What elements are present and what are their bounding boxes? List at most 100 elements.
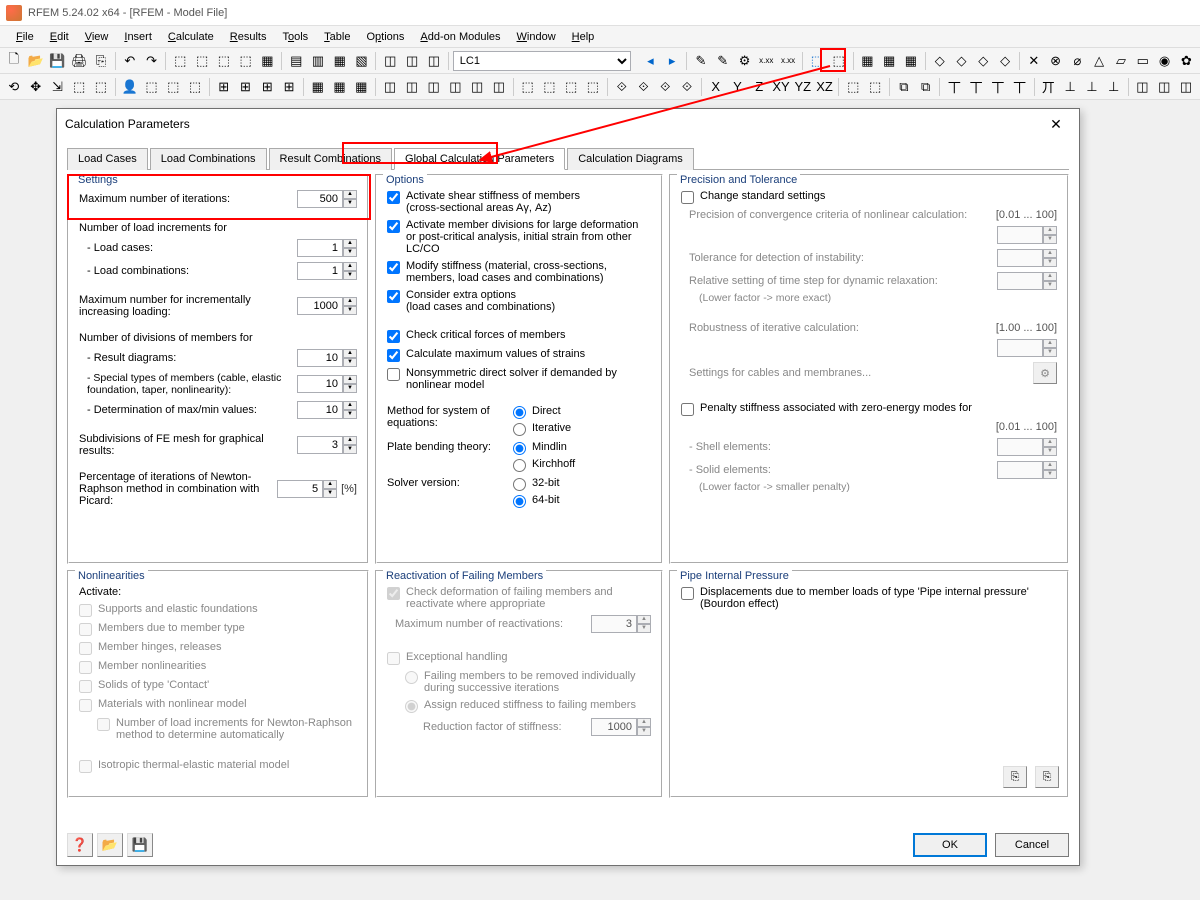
special-input[interactable] [297, 375, 343, 393]
tb-icon[interactable]: ⬚ [69, 77, 89, 97]
menu-view[interactable]: View [79, 29, 115, 45]
tb-icon[interactable]: ▱ [1111, 51, 1131, 71]
tb-icon[interactable]: ◉ [1155, 51, 1175, 71]
tb-icon[interactable]: ▦ [858, 51, 878, 71]
tb-icon[interactable]: ▦ [308, 77, 328, 97]
lco-input[interactable] [297, 262, 343, 280]
tb-icon[interactable]: Z [749, 77, 769, 97]
tb-icon[interactable]: ◫ [1154, 77, 1174, 97]
radio-kirchhoff[interactable] [513, 459, 526, 472]
tb-icon[interactable]: X [706, 77, 726, 97]
tb-icon[interactable]: ◫ [1133, 77, 1153, 97]
tb-icon[interactable]: ⧉ [894, 77, 914, 97]
tb-icon[interactable]: 丅 [944, 77, 964, 97]
tb-icon[interactable]: ⬚ [865, 77, 885, 97]
tb-calc-params-icon[interactable]: ⬚ [807, 51, 827, 71]
tb-icon[interactable]: ◇ [952, 51, 972, 71]
tb-icon[interactable]: ◫ [489, 77, 509, 97]
menu-calculate[interactable]: Calculate [162, 29, 220, 45]
menu-table[interactable]: Table [318, 29, 356, 45]
save-icon[interactable]: 💾 [127, 833, 153, 857]
tab-result-combinations[interactable]: Result Combinations [269, 148, 393, 170]
newton-input[interactable] [277, 480, 323, 498]
tb-icon[interactable]: ⊗ [1046, 51, 1066, 71]
tb-icon[interactable]: 丅 [966, 77, 986, 97]
loadcase-combo[interactable]: LC1 [453, 51, 631, 71]
radio-direct[interactable] [513, 406, 526, 419]
tb-icon[interactable]: ◫ [402, 77, 422, 97]
radio-64bit[interactable] [513, 495, 526, 508]
tb-icon[interactable]: ✥ [26, 77, 46, 97]
tb-icon[interactable]: ✕ [1024, 51, 1044, 71]
tb-icon[interactable]: ⬚ [170, 51, 190, 71]
tb-icon[interactable]: ▤ [286, 51, 306, 71]
tb-icon[interactable]: ⟐ [677, 77, 697, 97]
radio-iterative[interactable] [513, 423, 526, 436]
tb-icon[interactable]: ◫ [467, 77, 487, 97]
tb-icon[interactable]: ◫ [380, 77, 400, 97]
tb-icon[interactable]: YZ [793, 77, 813, 97]
tb-icon[interactable]: ⇲ [48, 77, 68, 97]
tb-icon[interactable]: ⊞ [236, 77, 256, 97]
chk-pipe-disp[interactable] [681, 587, 694, 600]
chk-penalty[interactable] [681, 403, 694, 416]
tb-icon[interactable]: ⊥ [1082, 77, 1102, 97]
tb-xxx-icon[interactable]: x.xx [778, 51, 798, 71]
tab-global-calc-params[interactable]: Global Calculation Parameters [394, 148, 565, 170]
tb-icon[interactable]: XY [771, 77, 791, 97]
femesh-input[interactable] [297, 436, 343, 454]
menu-tools[interactable]: Tools [276, 29, 314, 45]
tb-redo-icon[interactable]: ↷ [142, 51, 162, 71]
tb-xxx-icon[interactable]: x.xx [756, 51, 776, 71]
tb-undo-icon[interactable]: ↶ [120, 51, 140, 71]
help-icon[interactable]: ❓ [67, 833, 93, 857]
tb-new-icon[interactable]: 🗋 [4, 51, 24, 71]
tb-icon[interactable]: ⧉ [916, 77, 936, 97]
res-diag-input[interactable] [297, 349, 343, 367]
tb-icon[interactable]: ⬚ [142, 77, 162, 97]
tb-icon[interactable]: ⬚ [518, 77, 538, 97]
menu-help[interactable]: Help [566, 29, 601, 45]
ok-button[interactable]: OK [913, 833, 987, 857]
tb-icon[interactable]: ◫ [402, 51, 422, 71]
tab-load-cases[interactable]: Load Cases [67, 148, 148, 170]
open-icon[interactable]: 📂 [97, 833, 123, 857]
tb-icon[interactable]: ⌀ [1068, 51, 1088, 71]
tb-icon[interactable]: ◫ [1176, 77, 1196, 97]
tb-icon[interactable]: ✿ [1176, 51, 1196, 71]
tb-icon[interactable]: ◇ [995, 51, 1015, 71]
max-incr-input[interactable] [297, 297, 343, 315]
cables-settings-icon[interactable]: ⚙ [1033, 362, 1057, 384]
tb-icon[interactable]: ⬚ [843, 77, 863, 97]
tb-icon[interactable]: ▦ [879, 51, 899, 71]
tb-icon[interactable]: ⬚ [583, 77, 603, 97]
tb-icon[interactable]: ▦ [258, 51, 278, 71]
tb-prev-icon[interactable]: ◂ [641, 51, 661, 71]
tb-icon[interactable]: 丌 [1039, 77, 1059, 97]
menu-insert[interactable]: Insert [118, 29, 158, 45]
close-icon[interactable]: ✕ [1041, 112, 1071, 136]
tb-icon[interactable]: ▭ [1133, 51, 1153, 71]
tb-icon[interactable]: ⬚ [561, 77, 581, 97]
tb-icon[interactable]: ◫ [380, 51, 400, 71]
tab-calc-diagrams[interactable]: Calculation Diagrams [567, 148, 694, 170]
tb-icon[interactable]: ▦ [330, 51, 350, 71]
tb-icon[interactable]: ⚙ [735, 51, 755, 71]
tb-icon[interactable]: ✎ [691, 51, 711, 71]
radio-32bit[interactable] [513, 478, 526, 491]
tb-icon[interactable]: ⟐ [634, 77, 654, 97]
tb-icon[interactable]: 丅 [1010, 77, 1030, 97]
tb-icon[interactable]: ⊞ [214, 77, 234, 97]
tb-icon[interactable]: ✎ [713, 51, 733, 71]
tb-icon[interactable]: ⬚ [163, 77, 183, 97]
menu-file[interactable]: File [10, 29, 40, 45]
radio-mindlin[interactable] [513, 442, 526, 455]
lc-input[interactable] [297, 239, 343, 257]
chk-shear[interactable] [387, 191, 400, 204]
tb-icon[interactable]: △ [1089, 51, 1109, 71]
tb-icon[interactable]: ▥ [308, 51, 328, 71]
spin-up-icon[interactable]: ▲ [343, 190, 357, 199]
chk-critical[interactable] [387, 330, 400, 343]
tb-icon[interactable]: ◫ [424, 77, 444, 97]
tb-icon[interactable]: ⬚ [829, 51, 849, 71]
